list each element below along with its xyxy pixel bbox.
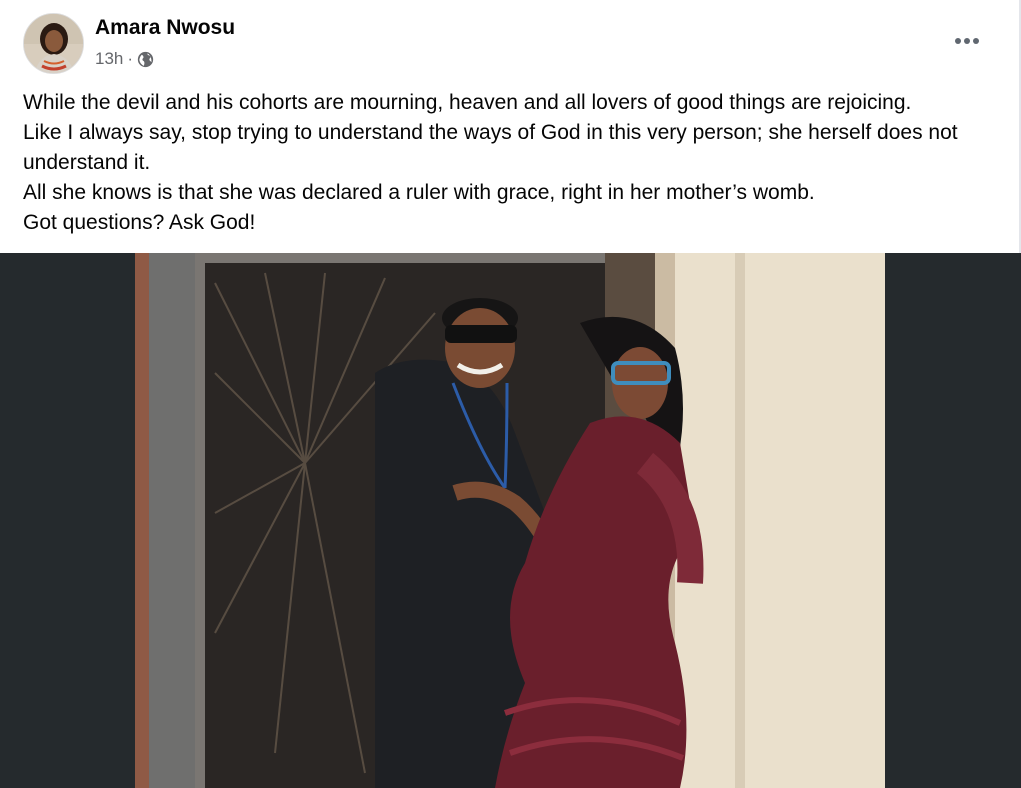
more-dot [964, 38, 970, 44]
author-name[interactable]: Amara Nwosu [95, 16, 235, 40]
photo-man-and-woman-embracing [135, 253, 885, 788]
post-timestamp[interactable]: 13h [95, 49, 123, 69]
more-options-button[interactable] [944, 22, 990, 60]
more-horizontal-icon [955, 38, 961, 44]
author-avatar[interactable] [23, 13, 84, 74]
post-text-line: Got questions? Ask God! [23, 211, 256, 234]
more-dot [973, 38, 979, 44]
post-text-line: Like I always say, stop trying to unders… [23, 121, 958, 174]
meta-separator: · [127, 49, 134, 68]
post-meta: 13h · [95, 48, 154, 70]
post-body-text: While the devil and his cohorts are mour… [23, 88, 1003, 238]
facebook-post: Amara Nwosu 13h · While the devil and hi… [0, 0, 1021, 788]
post-text-line: While the devil and his cohorts are mour… [23, 91, 912, 114]
globe-icon[interactable] [137, 51, 154, 68]
avatar-image [24, 14, 83, 73]
post-media-container[interactable] [0, 253, 1021, 788]
post-header: Amara Nwosu 13h · [0, 0, 1021, 80]
post-photo[interactable] [135, 253, 885, 788]
post-text-line: All she knows is that she was declared a… [23, 181, 815, 204]
